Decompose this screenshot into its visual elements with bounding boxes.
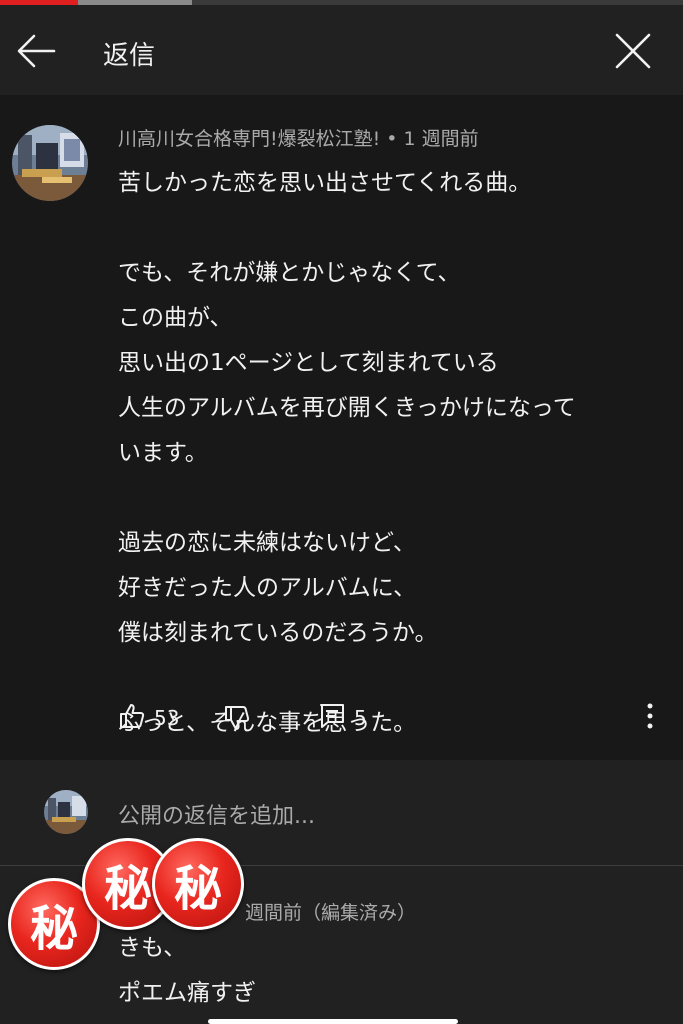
back-arrow-icon[interactable] <box>14 31 58 71</box>
home-indicator[interactable] <box>208 1019 458 1024</box>
comment-line: 苦しかった恋を思い出させてくれる曲。 <box>118 170 532 196</box>
comment-line: この曲が、 <box>118 305 233 331</box>
comment-line: 思い出の1ページとして刻まれている <box>118 350 499 376</box>
comment-line: 過去の恋に未練はないけど、 <box>118 530 416 556</box>
comment-line: います。 <box>118 440 208 466</box>
add-reply-input[interactable]: 公開の返信を追加... <box>118 798 315 830</box>
comment-paragraph: でも、それが嫌とかじゃなくて、 この曲が、 思い出の1ページとして刻まれている … <box>118 251 658 476</box>
close-icon[interactable] <box>611 29 655 73</box>
meta-separator: • <box>386 128 398 150</box>
reply-line: ポエム痛すぎ <box>118 980 256 1006</box>
secret-stamp: 秘 <box>152 838 244 930</box>
comment-body: 苦しかった恋を思い出させてくれる曲。 でも、それが嫌とかじゃなくて、 この曲が、… <box>118 161 658 746</box>
comment-author[interactable]: 川高川女合格専門!爆裂松江塾! <box>118 128 380 150</box>
like-count: 53 <box>154 706 180 730</box>
replies-header: 返信 <box>0 5 683 95</box>
main-comment: 川高川女合格専門!爆裂松江塾! • 1 週間前 苦しかった恋を思い出させてくれる… <box>0 95 683 760</box>
comment-paragraph: 苦しかった恋を思い出させてくれる曲。 <box>118 161 658 206</box>
comment-meta: 川高川女合格専門!爆裂松江塾! • 1 週間前 <box>118 124 479 151</box>
comment-line: でも、それが嫌とかじゃなくて、 <box>118 260 461 286</box>
comment-line: 僕は刻まれているのだろうか。 <box>118 620 438 646</box>
thumbs-up-icon <box>118 702 146 734</box>
comment-icon <box>318 702 346 734</box>
page-title: 返信 <box>103 41 156 71</box>
reply-count: 5 <box>354 706 367 730</box>
like-button[interactable]: 53 <box>118 702 179 734</box>
more-options-icon[interactable] <box>640 700 660 732</box>
comment-paragraph: 過去の恋に未練はないけど、 好きだった人のアルバムに、 僕は刻まれているのだろう… <box>118 521 658 656</box>
dislike-button[interactable] <box>223 704 251 736</box>
reply-body: きも、 ポエム痛すぎ <box>118 926 256 1016</box>
reply-count-button[interactable]: 5 <box>318 702 367 734</box>
comment-actions: 53 5 <box>0 698 683 738</box>
comment-time: 1 週間前 <box>403 128 479 150</box>
reply-meta: 週間前（編集済み） <box>245 902 417 924</box>
user-avatar <box>44 790 88 834</box>
avatar[interactable] <box>12 125 88 201</box>
reply-line: きも、 <box>118 935 187 961</box>
comment-line: 好きだった人のアルバムに、 <box>118 575 417 601</box>
thumbs-down-icon <box>223 704 251 736</box>
comment-line: 人生のアルバムを再び開くきっかけになって <box>118 395 576 421</box>
